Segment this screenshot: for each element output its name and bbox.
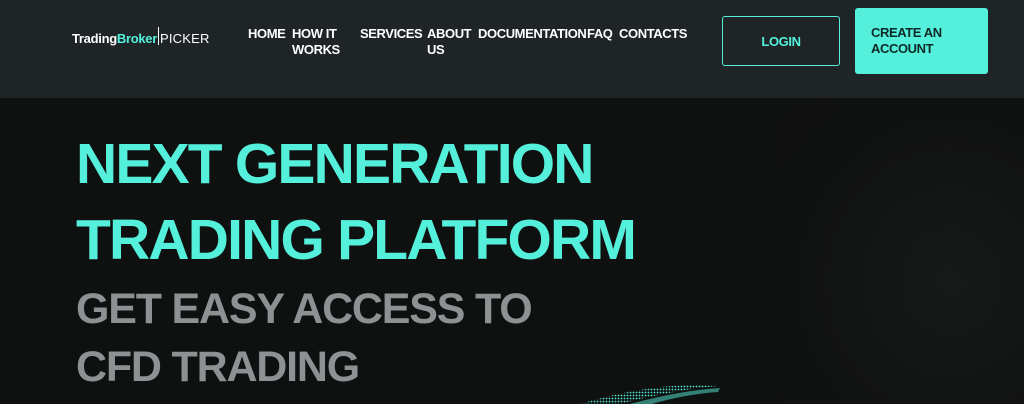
- nav-faq[interactable]: FAQ: [587, 26, 613, 42]
- nav-home[interactable]: HOME: [248, 26, 286, 42]
- hero-subtitle-line-1: GET EASY ACCESS TO: [76, 285, 533, 333]
- landing-page: Trading Broker PICKER HOME HOW IT WORKS …: [0, 0, 1024, 404]
- hero-title-line-1: NEXT GENERATION: [76, 132, 594, 196]
- hero-title: NEXT GENERATION TRADING PLATFORM: [76, 126, 696, 278]
- nav-how-it-works[interactable]: HOW IT WORKS: [292, 26, 352, 58]
- hero-subtitle-line-2: CFD TRADING: [76, 343, 360, 391]
- nav-services[interactable]: SERVICES: [360, 26, 423, 42]
- create-account-button[interactable]: CREATE AN ACCOUNT: [855, 8, 988, 74]
- hero-title-line-2: TRADING PLATFORM: [76, 208, 637, 272]
- site-header: Trading Broker PICKER HOME HOW IT WORKS …: [0, 0, 1024, 98]
- nav-about-us[interactable]: ABOUT US: [427, 26, 473, 58]
- nav-contacts[interactable]: CONTACTS: [619, 26, 687, 42]
- hero-subtitle: GET EASY ACCESS TO CFD TRADING: [76, 280, 596, 396]
- login-button[interactable]: LOGIN: [722, 16, 840, 66]
- wave-decoration-graphic: [580, 385, 720, 404]
- hero-background-shade: [780, 98, 1024, 404]
- nav-documentation[interactable]: DOCUMENTATION: [478, 26, 587, 42]
